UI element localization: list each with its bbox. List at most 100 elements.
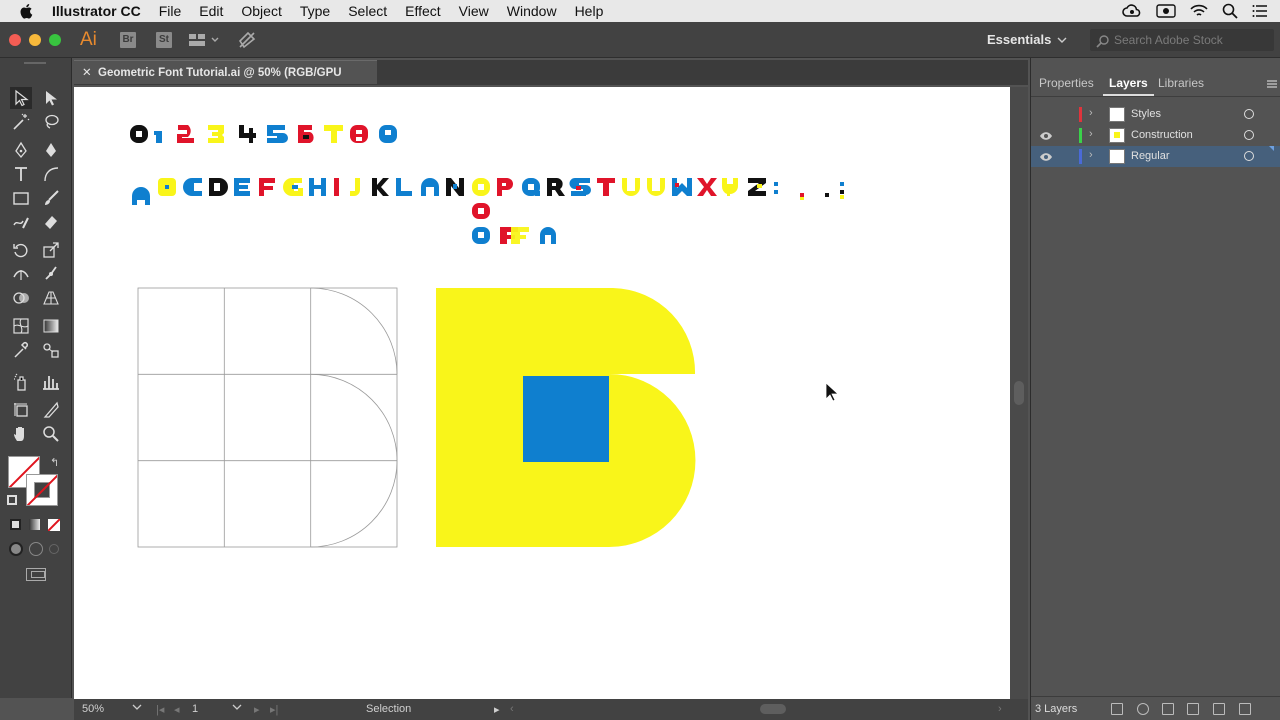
scale-tool-icon[interactable] xyxy=(40,239,62,261)
chevron-down-icon[interactable] xyxy=(1057,34,1067,48)
apple-icon[interactable] xyxy=(20,2,38,20)
default-fill-stroke-icon[interactable] xyxy=(7,495,17,505)
screen-record-icon[interactable] xyxy=(1156,4,1176,18)
new-layer-icon[interactable] xyxy=(1213,703,1225,715)
selection-tool-icon[interactable] xyxy=(10,87,32,109)
color-mode-icon[interactable] xyxy=(10,519,21,530)
notification-center-icon[interactable] xyxy=(1252,4,1268,18)
menu-edit[interactable]: Edit xyxy=(199,3,223,19)
artboard-tool-icon[interactable] xyxy=(10,399,32,421)
chevron-right-icon[interactable]: › xyxy=(1089,149,1093,161)
menu-help[interactable]: Help xyxy=(575,3,604,19)
draw-normal-icon[interactable] xyxy=(9,542,23,556)
last-artboard-icon[interactable]: ▸| xyxy=(270,703,278,716)
layer-row-styles[interactable]: › Styles xyxy=(1031,104,1280,125)
blend-tool-icon[interactable] xyxy=(40,339,62,361)
scroll-right-icon[interactable]: › xyxy=(998,703,1002,715)
scroll-left-icon[interactable]: ‹ xyxy=(510,703,514,715)
stock-button[interactable]: St xyxy=(156,32,172,48)
chevron-right-icon[interactable]: › xyxy=(1089,107,1093,119)
draw-behind-icon[interactable] xyxy=(29,542,43,556)
chevron-right-icon[interactable]: › xyxy=(1089,128,1093,140)
bridge-button[interactable]: Br xyxy=(120,32,136,48)
create-sublayer-icon[interactable] xyxy=(1187,703,1199,715)
minimize-window-button[interactable] xyxy=(29,34,41,46)
type-tool-icon[interactable] xyxy=(10,163,32,185)
close-document-icon[interactable]: ✕ xyxy=(82,61,92,85)
slice-tool-icon[interactable] xyxy=(40,399,62,421)
gradient-tool-icon[interactable] xyxy=(40,315,62,337)
draw-inside-icon[interactable] xyxy=(49,544,59,554)
layer-target-icon[interactable] xyxy=(1244,109,1254,119)
delete-layer-icon[interactable] xyxy=(1239,703,1251,715)
scroll-thumb[interactable] xyxy=(1014,381,1024,405)
lasso-tool-icon[interactable] xyxy=(40,111,62,133)
arc-tool-icon[interactable] xyxy=(40,163,62,185)
tab-libraries[interactable]: Libraries xyxy=(1158,70,1204,96)
spotlight-search-icon[interactable] xyxy=(1222,3,1238,19)
shaper-tool-icon[interactable] xyxy=(10,211,32,233)
layer-target-icon[interactable] xyxy=(1244,151,1254,161)
zoom-dropdown-icon[interactable] xyxy=(132,702,142,715)
menu-view[interactable]: View xyxy=(459,3,489,19)
panel-collapse-icon[interactable] xyxy=(1269,88,1277,108)
zoom-tool-icon[interactable] xyxy=(40,423,62,445)
width-tool-icon[interactable] xyxy=(10,263,32,285)
horizontal-scroll-thumb[interactable] xyxy=(760,704,786,714)
layer-row-construction[interactable]: › Construction xyxy=(1031,125,1280,146)
gradient-mode-icon[interactable] xyxy=(29,519,40,530)
wifi-icon[interactable] xyxy=(1190,4,1208,18)
vertical-scrollbar[interactable] xyxy=(1010,87,1028,699)
layer-target-icon[interactable] xyxy=(1244,130,1254,140)
rectangle-tool-icon[interactable] xyxy=(10,187,32,209)
previous-artboard-icon[interactable]: ◂ xyxy=(174,703,180,716)
eye-icon[interactable] xyxy=(1039,150,1053,164)
mesh-tool-icon[interactable] xyxy=(10,315,32,337)
swap-fill-stroke-icon[interactable]: ↰ xyxy=(50,456,59,469)
column-graph-tool-icon[interactable] xyxy=(40,371,62,393)
menu-object[interactable]: Object xyxy=(241,3,281,19)
magic-wand-tool-icon[interactable] xyxy=(10,111,32,133)
menu-window[interactable]: Window xyxy=(507,3,557,19)
pen-tool-icon[interactable] xyxy=(10,139,32,161)
hand-tool-icon[interactable] xyxy=(10,423,32,445)
menu-type[interactable]: Type xyxy=(300,3,330,19)
stock-search-input[interactable]: Search Adobe Stock xyxy=(1090,29,1274,51)
locate-object-icon[interactable] xyxy=(1137,703,1149,715)
tab-properties[interactable]: Properties xyxy=(1039,70,1094,96)
first-artboard-icon[interactable]: |◂ xyxy=(156,703,164,716)
make-clipping-mask-icon[interactable] xyxy=(1162,703,1174,715)
app-name[interactable]: Illustrator CC xyxy=(52,3,141,19)
toolbar-grip[interactable] xyxy=(24,62,46,64)
layer-name[interactable]: Styles xyxy=(1131,108,1161,120)
creative-cloud-icon[interactable] xyxy=(1122,4,1142,18)
layer-name[interactable]: Regular xyxy=(1131,150,1170,162)
artboard-dropdown-icon[interactable] xyxy=(232,702,242,715)
eraser-tool-icon[interactable] xyxy=(40,211,62,233)
eye-icon[interactable] xyxy=(1039,129,1053,143)
shape-builder-tool-icon[interactable] xyxy=(10,287,32,309)
tab-layers[interactable]: Layers xyxy=(1103,70,1154,96)
artboard-number[interactable]: 1 xyxy=(192,703,198,715)
zoom-level[interactable]: 50% xyxy=(82,703,104,715)
artboard[interactable] xyxy=(74,87,1010,699)
menu-select[interactable]: Select xyxy=(348,3,387,19)
rotate-tool-icon[interactable] xyxy=(10,239,32,261)
gpu-performance-icon[interactable] xyxy=(238,31,256,52)
curvature-tool-icon[interactable] xyxy=(40,139,62,161)
close-window-button[interactable] xyxy=(9,34,21,46)
screen-mode-icon[interactable] xyxy=(26,568,46,581)
stroke-swatch[interactable] xyxy=(26,474,58,506)
layer-row-regular[interactable]: › Regular xyxy=(1031,146,1280,167)
perspective-grid-tool-icon[interactable] xyxy=(40,287,62,309)
workspace-switcher[interactable]: Essentials xyxy=(987,32,1051,47)
status-menu-arrow-icon[interactable]: ▸ xyxy=(494,703,500,716)
document-tab[interactable]: ✕ Geometric Font Tutorial.ai @ 50% (RGB/… xyxy=(74,60,377,103)
menu-file[interactable]: File xyxy=(159,3,182,19)
menu-effect[interactable]: Effect xyxy=(405,3,441,19)
eyedropper-tool-icon[interactable] xyxy=(10,339,32,361)
symbol-sprayer-tool-icon[interactable] xyxy=(10,371,32,393)
layer-name[interactable]: Construction xyxy=(1131,129,1193,141)
none-mode-icon[interactable] xyxy=(48,519,60,531)
next-artboard-icon[interactable]: ▸ xyxy=(254,703,260,716)
